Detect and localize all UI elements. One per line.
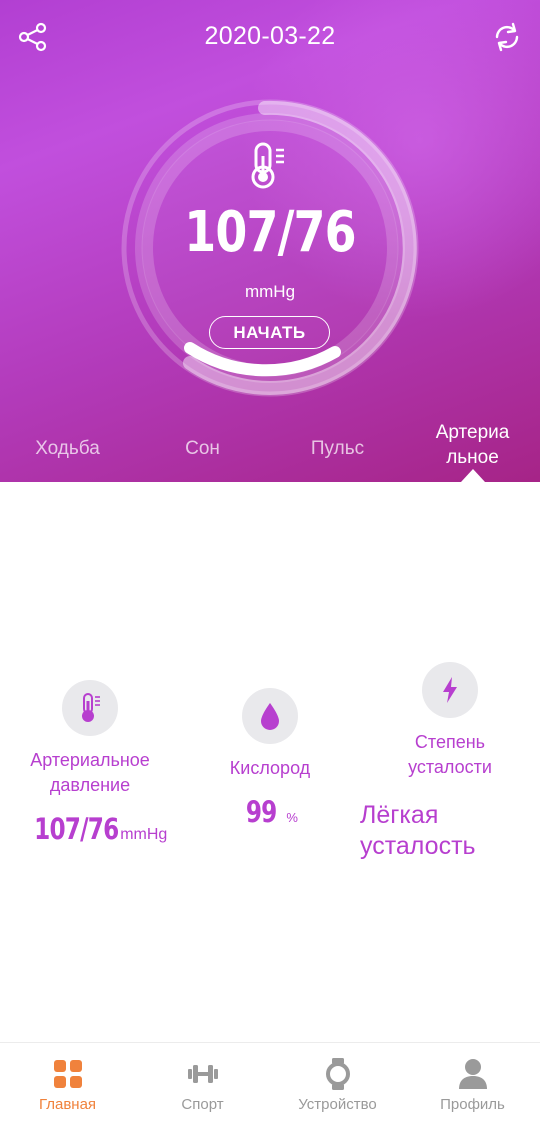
stat-oxygen: Кислород 99% [180, 688, 360, 829]
thermometer-icon [246, 140, 296, 190]
stat-label-line2: усталости [408, 757, 492, 777]
oxygen-value: 99 [245, 795, 277, 829]
tab-label-line1: Артериа [435, 422, 510, 443]
nav-sport[interactable]: Спорт [135, 1043, 270, 1125]
fatigue-value-line1: Лёгкая [360, 801, 439, 829]
metric-tabs: Ходьба Сон Пульс Артериа льное [0, 414, 540, 482]
stats-panel: Артериальное давление 107/76 mmHg Кислоро… [0, 660, 540, 900]
stat-label-line2: давление [49, 775, 131, 795]
stat-label: Артериальное давление [0, 748, 180, 798]
tab-label: Сон [185, 438, 220, 459]
nav-profile[interactable]: Профиль [405, 1043, 540, 1125]
stat-blood-pressure: Артериальное давление 107/76 mmHg [0, 680, 180, 846]
nav-label: Устройство [298, 1096, 377, 1113]
start-measurement-button[interactable]: НАЧАТЬ [209, 316, 330, 349]
fatigue-value-line2: усталость [360, 832, 476, 860]
water-drop-icon [242, 688, 298, 744]
tab-sleep[interactable]: Сон [135, 414, 270, 482]
active-tab-indicator [461, 469, 485, 482]
pressure-value: 107/76 [33, 812, 119, 846]
lightning-icon [422, 662, 478, 718]
tab-label-line2: льное [446, 447, 499, 468]
stat-label-line1: Артериальное [30, 750, 150, 770]
nav-label: Профиль [440, 1096, 505, 1113]
fatigue-value: Лёгкая усталость [360, 800, 540, 862]
bottom-navigation: Главная Спорт Устройство Профиль [0, 1042, 540, 1125]
refresh-icon [495, 22, 519, 52]
nav-label: Главная [38, 1096, 97, 1113]
top-bar: 2020-03-22 [0, 0, 540, 76]
tab-pulse[interactable]: Пульс [270, 414, 405, 482]
gauge-unit: mmHg [244, 282, 296, 301]
stat-label-line1: Степень [414, 732, 486, 752]
stat-label: Кислород [229, 758, 311, 778]
oxygen-unit: % [286, 810, 298, 825]
thermometer-icon [62, 680, 118, 736]
nav-label: Спорт [181, 1096, 224, 1113]
dumbbell-icon [187, 1065, 218, 1083]
stat-fatigue: Степень усталости Лёгкая усталость [360, 662, 540, 862]
watch-icon [325, 1058, 350, 1090]
tab-label: Пульс [310, 438, 365, 459]
nav-device[interactable]: Устройство [270, 1043, 405, 1125]
date-title: 2020-03-22 [204, 22, 336, 50]
tab-label: Ходьба [35, 438, 100, 459]
stat-value: 107/76 mmHg [0, 812, 180, 846]
stat-value: 99% [180, 795, 360, 829]
gauge-value: 107/76 [184, 200, 356, 265]
pressure-unit: mmHg [120, 826, 168, 843]
hero-header: 2020-03-22 107/76 mmHg НАЧАТЬ Ходьба Сон… [0, 0, 540, 482]
blood-pressure-gauge: 107/76 mmHg НАЧАТЬ [110, 88, 430, 408]
tab-walking[interactable]: Ходьба [0, 414, 135, 482]
sync-button[interactable] [488, 18, 526, 56]
home-grid-icon [53, 1060, 82, 1088]
person-icon [458, 1059, 487, 1089]
nav-home[interactable]: Главная [0, 1043, 135, 1125]
stat-label: Степень усталости [360, 730, 540, 780]
